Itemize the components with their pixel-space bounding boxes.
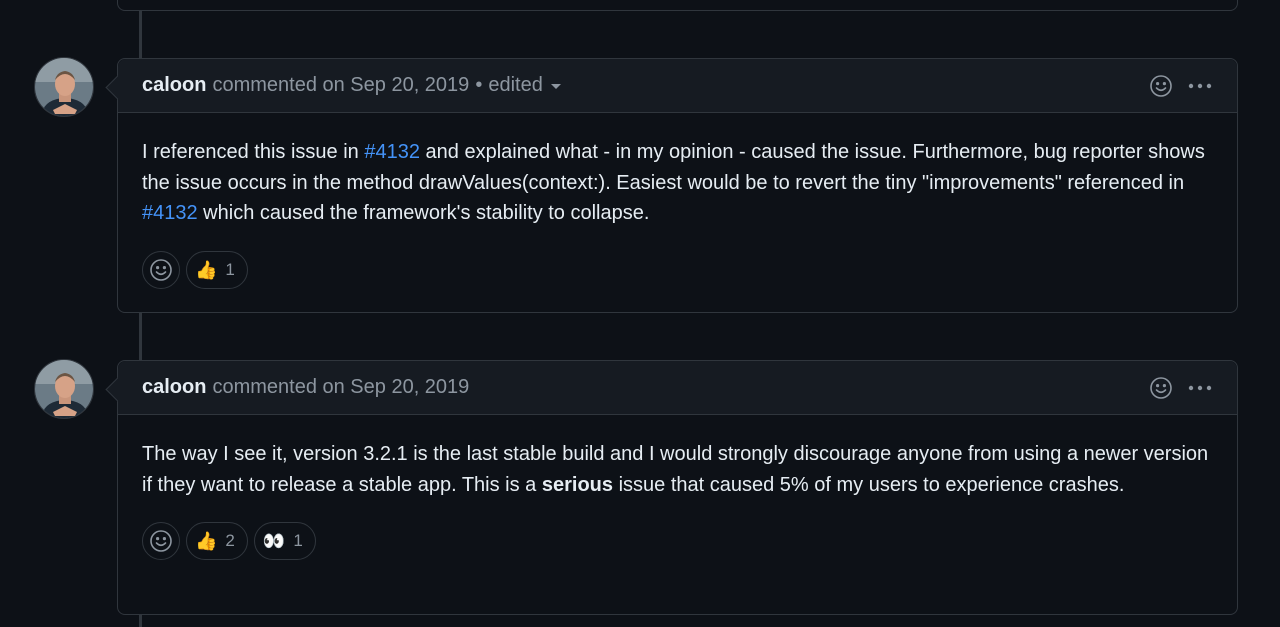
reaction-eyes[interactable]: 👀 1 bbox=[253, 522, 316, 560]
add-reaction-button[interactable] bbox=[142, 522, 180, 560]
add-reaction-icon[interactable] bbox=[1149, 376, 1173, 400]
comment-body: The way I see it, version 3.2.1 is the l… bbox=[118, 415, 1237, 500]
thumbs-up-icon: 👍 bbox=[195, 259, 218, 280]
author-name[interactable]: caloon bbox=[142, 74, 206, 97]
kebab-menu-icon[interactable] bbox=[1187, 376, 1213, 400]
body-text: issue that caused 5% of my users to expe… bbox=[613, 473, 1125, 496]
comment-body: I referenced this issue in #4132 and exp… bbox=[118, 113, 1237, 229]
reaction-thumbs-up[interactable]: 👍 1 bbox=[186, 250, 248, 289]
smiley-icon bbox=[150, 258, 172, 281]
bold-text: serious bbox=[541, 473, 614, 496]
thumbs-up-icon: 👍 bbox=[195, 531, 218, 551]
separator-dot: • bbox=[475, 74, 483, 96]
kebab-menu-icon[interactable] bbox=[1187, 74, 1213, 98]
timeline-line bbox=[139, 10, 142, 60]
timeline-line bbox=[139, 613, 142, 627]
comment-header: caloon commented on Sep 20, 2019 • edite… bbox=[118, 59, 1237, 113]
comment-header: caloon commented on Sep 20, 2019 bbox=[118, 361, 1237, 415]
issue-link[interactable]: #4132 bbox=[142, 202, 198, 224]
comment-card: caloon commented on Sep 20, 2019 • edite… bbox=[117, 58, 1238, 313]
reaction-count: 1 bbox=[225, 259, 235, 279]
author-name[interactable]: caloon bbox=[142, 376, 206, 399]
comment-timestamp[interactable]: commented on Sep 20, 2019 bbox=[212, 74, 469, 97]
edited-dropdown[interactable]: edited bbox=[488, 74, 543, 97]
reaction-count: 1 bbox=[293, 531, 303, 550]
comment-card: caloon commented on Sep 20, 2019 The way… bbox=[117, 360, 1238, 615]
reactions-bar: 👍 2 👀 1 bbox=[118, 500, 1237, 582]
body-text: I referenced this issue in bbox=[142, 141, 365, 163]
body-text: which caused the framework's stability t… bbox=[197, 202, 650, 224]
smiley-icon bbox=[150, 530, 172, 552]
issue-link[interactable]: #4132 bbox=[364, 141, 420, 163]
avatar[interactable] bbox=[34, 359, 94, 419]
previous-comment-box bbox=[117, 0, 1238, 11]
reaction-count: 2 bbox=[225, 531, 235, 550]
reaction-thumbs-up[interactable]: 👍 2 bbox=[186, 522, 248, 560]
reactions-bar: 👍 1 bbox=[118, 229, 1237, 311]
add-reaction-button[interactable] bbox=[142, 250, 180, 289]
eyes-icon: 👀 bbox=[262, 531, 286, 551]
timeline-line bbox=[139, 312, 142, 362]
add-reaction-icon[interactable] bbox=[1149, 74, 1173, 98]
comment-timestamp[interactable]: commented on Sep 20, 2019 bbox=[212, 376, 469, 399]
avatar[interactable] bbox=[34, 57, 94, 117]
chevron-down-icon[interactable] bbox=[550, 84, 561, 89]
